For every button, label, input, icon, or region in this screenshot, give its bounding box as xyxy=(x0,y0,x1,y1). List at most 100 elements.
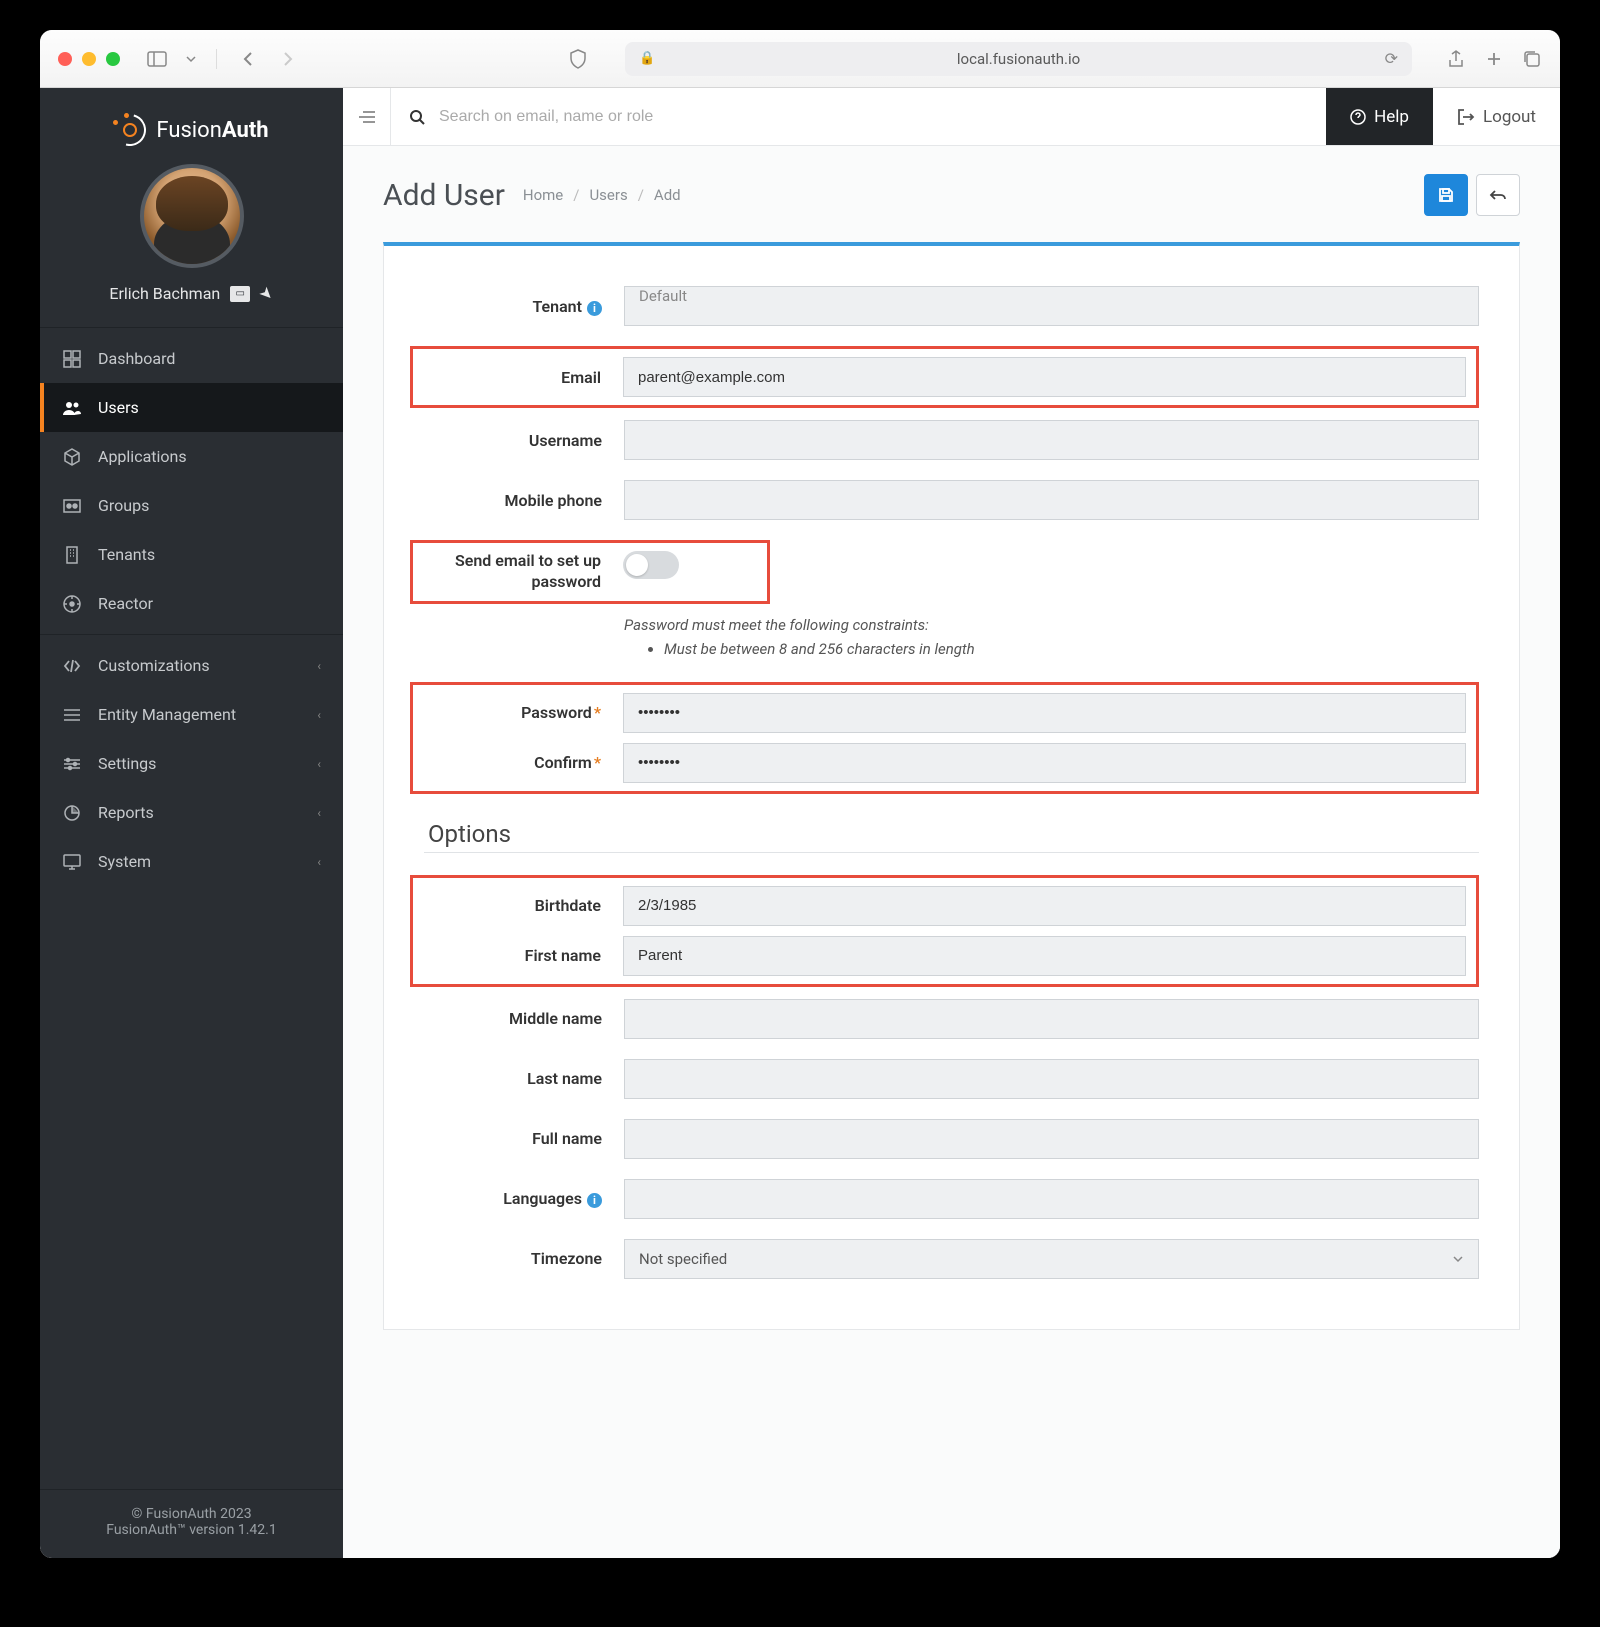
breadcrumb: Home / Users / Add xyxy=(523,186,681,204)
nav-entity-management[interactable]: Entity Management ‹ xyxy=(40,690,343,739)
languages-field[interactable] xyxy=(624,1179,1479,1219)
row-birthdate: Birthdate xyxy=(423,886,1466,926)
nav-applications[interactable]: Applications xyxy=(40,432,343,481)
password-hint-list: Must be between 8 and 256 characters in … xyxy=(664,640,1479,658)
row-middlename: Middle name xyxy=(424,999,1479,1039)
sidebar-toggle-icon[interactable] xyxy=(144,46,170,72)
nav-label: Tenants xyxy=(98,545,155,564)
page-header: Add User Home / Users / Add xyxy=(343,146,1560,242)
highlight-options: Birthdate First name xyxy=(410,875,1479,987)
undo-icon xyxy=(1489,188,1507,202)
fullname-field[interactable] xyxy=(624,1119,1479,1159)
crumb-home[interactable]: Home xyxy=(523,186,563,204)
email-field[interactable] xyxy=(623,357,1466,397)
lock-icon: 🔒 xyxy=(639,51,655,66)
tenant-field[interactable]: Default xyxy=(624,286,1479,326)
search-icon xyxy=(409,109,425,125)
nav-tenants[interactable]: Tenants xyxy=(40,530,343,579)
logo[interactable]: FusionAuth xyxy=(40,88,343,164)
nav-label: Dashboard xyxy=(98,349,175,368)
code-icon xyxy=(62,659,82,673)
nav-label: System xyxy=(98,852,151,871)
help-button[interactable]: Help xyxy=(1326,88,1433,145)
maximize-window-icon[interactable] xyxy=(106,52,120,66)
nav-settings[interactable]: Settings ‹ xyxy=(40,739,343,788)
info-icon[interactable]: i xyxy=(587,1193,602,1208)
sidebar: FusionAuth Erlich Bachman ▭ ➤ Dashboard … xyxy=(40,88,343,1558)
shield-icon[interactable] xyxy=(565,46,591,72)
row-timezone: Timezone Not specified xyxy=(424,1239,1479,1279)
url-bar[interactable]: 🔒 local.fusionauth.io ⟳ xyxy=(625,42,1412,76)
firstname-field[interactable] xyxy=(623,936,1466,976)
search-bar xyxy=(391,108,1326,126)
logout-label: Logout xyxy=(1483,107,1536,127)
avatar xyxy=(140,164,244,268)
main: Help Logout Add User Home / Users / Add xyxy=(343,88,1560,1558)
highlight-send-email: Send email to set up password xyxy=(410,540,770,604)
refresh-icon[interactable]: ⟳ xyxy=(1385,49,1398,68)
collapse-sidebar-button[interactable] xyxy=(343,88,391,145)
nav-label: Users xyxy=(98,398,139,417)
share-icon[interactable] xyxy=(1446,49,1466,69)
close-window-icon[interactable] xyxy=(58,52,72,66)
nav-reactor[interactable]: Reactor xyxy=(40,579,343,628)
timezone-value: Not specified xyxy=(639,1250,727,1268)
logout-button[interactable]: Logout xyxy=(1433,107,1560,127)
back-button[interactable] xyxy=(1476,174,1520,216)
nav-back-icon[interactable] xyxy=(235,46,261,72)
traffic-lights xyxy=(58,52,120,66)
nav-groups[interactable]: Groups xyxy=(40,481,343,530)
label-password: Password* xyxy=(423,703,623,722)
nav-system[interactable]: System ‹ xyxy=(40,837,343,886)
nav-label: Reports xyxy=(98,803,154,822)
nav-label: Groups xyxy=(98,496,149,515)
label-email: Email xyxy=(423,368,623,387)
sliders-icon xyxy=(62,757,82,771)
minimize-window-icon[interactable] xyxy=(82,52,96,66)
user-name: Erlich Bachman xyxy=(109,284,220,303)
logout-icon xyxy=(1457,109,1475,125)
id-badge-icon: ▭ xyxy=(230,286,250,302)
search-input[interactable] xyxy=(439,108,1308,126)
row-lastname: Last name xyxy=(424,1059,1479,1099)
nav-customizations[interactable]: Customizations ‹ xyxy=(40,641,343,690)
user-profile[interactable]: Erlich Bachman ▭ ➤ xyxy=(40,164,343,327)
app-root: FusionAuth Erlich Bachman ▭ ➤ Dashboard … xyxy=(40,88,1560,1558)
form-card: Tenanti Default Email Username xyxy=(383,242,1520,1330)
info-icon[interactable]: i xyxy=(587,301,602,316)
crumb-add: Add xyxy=(654,186,681,204)
browser-window: 🔒 local.fusionauth.io ⟳ FusionAuth xyxy=(40,30,1560,1558)
row-tenant: Tenanti Default xyxy=(424,286,1479,326)
logo-icon xyxy=(114,114,146,146)
nav-forward-icon[interactable] xyxy=(275,46,301,72)
birthdate-field[interactable] xyxy=(623,886,1466,926)
nav-reports[interactable]: Reports ‹ xyxy=(40,788,343,837)
crumb-users[interactable]: Users xyxy=(589,186,627,204)
tabs-icon[interactable] xyxy=(1522,49,1542,69)
mobile-field[interactable] xyxy=(624,480,1479,520)
help-label: Help xyxy=(1374,107,1409,127)
location-arrow-icon: ➤ xyxy=(255,282,278,305)
timezone-select[interactable]: Not specified xyxy=(624,1239,1479,1279)
save-icon xyxy=(1438,187,1454,203)
send-email-toggle[interactable] xyxy=(623,551,679,579)
lastname-field[interactable] xyxy=(624,1059,1479,1099)
save-button[interactable] xyxy=(1424,174,1468,216)
row-mobile: Mobile phone xyxy=(424,480,1479,520)
middlename-field[interactable] xyxy=(624,999,1479,1039)
chevron-down-icon[interactable] xyxy=(184,46,198,72)
label-timezone: Timezone xyxy=(424,1249,624,1268)
options-heading: Options xyxy=(428,820,1479,848)
divider xyxy=(424,852,1479,853)
nav-dashboard[interactable]: Dashboard xyxy=(40,334,343,383)
username-field[interactable] xyxy=(624,420,1479,460)
row-send-email: Send email to set up password xyxy=(423,551,757,593)
password-field[interactable] xyxy=(623,693,1466,733)
list-icon xyxy=(62,708,82,722)
label-lastname: Last name xyxy=(424,1069,624,1088)
nav-users[interactable]: Users xyxy=(40,383,343,432)
nav-label: Settings xyxy=(98,754,156,773)
url-text: local.fusionauth.io xyxy=(957,50,1080,68)
new-tab-icon[interactable] xyxy=(1484,49,1504,69)
confirm-field[interactable] xyxy=(623,743,1466,783)
